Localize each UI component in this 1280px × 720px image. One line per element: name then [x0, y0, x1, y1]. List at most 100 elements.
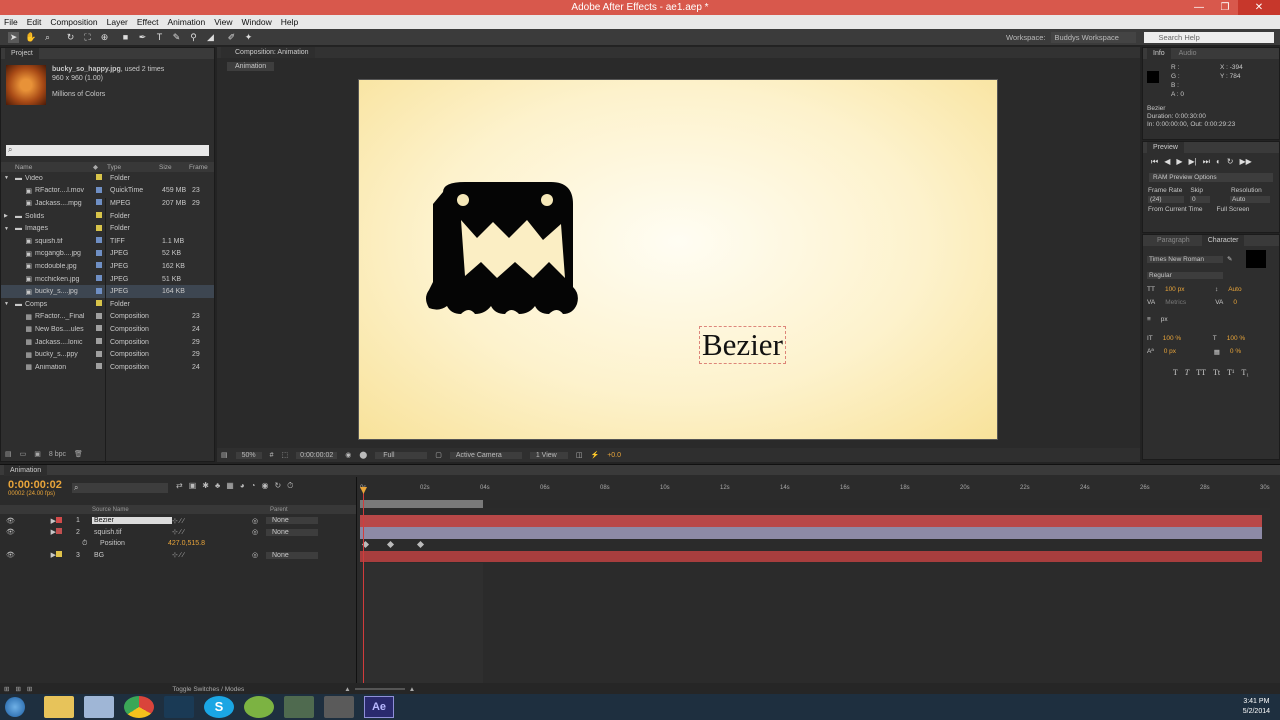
- graph-editor-icon[interactable]: ◔: [251, 481, 256, 491]
- pickwhip-icon[interactable]: ◎: [252, 517, 262, 525]
- work-area-bar[interactable]: [360, 500, 483, 508]
- brush-tool-icon[interactable]: ✎: [171, 32, 182, 43]
- color-channel-icon[interactable]: ⬤: [359, 451, 367, 459]
- zoom-out-icon[interactable]: ▲: [344, 686, 350, 693]
- pickwhip-icon[interactable]: ◎: [252, 528, 262, 536]
- font-style-dropdown[interactable]: Regular: [1147, 272, 1223, 279]
- faux-bold-icon[interactable]: T: [1173, 368, 1178, 377]
- after-effects-icon[interactable]: Ae: [364, 696, 394, 718]
- label-color-swatch[interactable]: [96, 350, 102, 357]
- rotate-tool-icon[interactable]: ↻: [65, 32, 76, 43]
- project-item[interactable]: ▶ ▬ Solids Folder: [1, 210, 214, 223]
- clone-stamp-tool-icon[interactable]: ⚲: [188, 32, 199, 43]
- notepad-icon[interactable]: [84, 696, 114, 718]
- loop-icon[interactable]: ↻: [1227, 157, 1234, 167]
- label-color-swatch[interactable]: [96, 212, 102, 219]
- pickwhip-icon[interactable]: ◎: [252, 551, 262, 559]
- layer-label-color[interactable]: [56, 516, 62, 523]
- rectangle-tool-icon[interactable]: ■: [120, 32, 131, 43]
- composition-tab[interactable]: Composition: Animation: [217, 47, 1140, 58]
- last-frame-icon[interactable]: ⏭: [1203, 157, 1210, 167]
- menu-help[interactable]: Help: [281, 17, 298, 27]
- baseline-shift-value[interactable]: 0 px: [1164, 348, 1204, 356]
- puppet-tool-icon[interactable]: ✦: [243, 32, 254, 43]
- faux-italic-icon[interactable]: T: [1185, 368, 1189, 377]
- font-size-value[interactable]: 100 px: [1165, 286, 1205, 293]
- timeline-tab[interactable]: Animation: [0, 465, 1280, 476]
- bezier-text-layer[interactable]: Bezier: [699, 326, 786, 364]
- timeline-layer-row[interactable]: 👁 ▶ 3 BG ⊹ ∕ ∕ ◎ None: [0, 550, 356, 562]
- start-button[interactable]: [0, 694, 30, 720]
- menu-composition[interactable]: Composition: [50, 17, 97, 27]
- expand-twisty-icon[interactable]: ▶: [36, 551, 56, 559]
- horizontal-scale-value[interactable]: 100 %: [1227, 335, 1245, 342]
- timeline-search-input[interactable]: ⌕: [72, 483, 168, 493]
- explorer-icon[interactable]: [44, 696, 74, 718]
- interpret-footage-icon[interactable]: ▤: [5, 450, 12, 458]
- project-item[interactable]: ▦ RFactor..._Final Composition 23: [1, 311, 214, 324]
- chrome-icon[interactable]: [124, 696, 154, 718]
- pan-behind-tool-icon[interactable]: ⊕: [99, 32, 110, 43]
- info-tab[interactable]: Info: [1147, 48, 1171, 59]
- layer-name[interactable]: BG: [92, 552, 172, 559]
- twisty-icon[interactable]: ▼: [4, 175, 12, 181]
- camera-dropdown[interactable]: Active Camera: [449, 451, 522, 459]
- close-button[interactable]: ✕: [1238, 0, 1280, 15]
- bpc-label[interactable]: 8 bpc: [49, 451, 66, 458]
- label-color-swatch[interactable]: [96, 174, 102, 181]
- project-item[interactable]: ▣ RFactor....l.mov QuickTime 459 MB 23: [1, 185, 214, 198]
- layer-duration-bar[interactable]: [360, 550, 1262, 562]
- timeline-layer-row[interactable]: 👁 ▶ 2 squish.tif ⊹ ∕ ∕ ◎ None: [0, 527, 356, 539]
- superscript-icon[interactable]: T¹: [1227, 368, 1234, 377]
- keyframe[interactable]: [386, 540, 395, 549]
- col-parent[interactable]: Parent: [270, 507, 288, 513]
- visibility-icon[interactable]: 👁: [6, 517, 36, 525]
- leading-value[interactable]: Auto: [1228, 286, 1241, 293]
- layer-duration-bar[interactable]: [360, 515, 1262, 527]
- full-screen-checkbox[interactable]: Full Screen: [1217, 206, 1250, 213]
- steam-icon[interactable]: [164, 696, 194, 718]
- prev-frame-icon[interactable]: ◀: [1164, 157, 1170, 167]
- label-color-swatch[interactable]: [96, 237, 102, 244]
- expand-switches-icon[interactable]: ⊞: [4, 685, 9, 693]
- app-icon[interactable]: [284, 696, 314, 718]
- layer-switches[interactable]: ⊹ ∕ ∕: [172, 551, 252, 559]
- layer-name[interactable]: Bezier: [92, 517, 172, 525]
- label-color-swatch[interactable]: [96, 312, 102, 319]
- col-source-name[interactable]: Source Name: [92, 507, 270, 513]
- new-comp-icon[interactable]: ▣: [34, 450, 41, 458]
- from-current-time-checkbox[interactable]: From Current Time: [1148, 206, 1203, 213]
- new-folder-icon[interactable]: ▭: [20, 450, 27, 458]
- twisty-icon[interactable]: ▼: [4, 226, 12, 232]
- stroke-unit[interactable]: px: [1161, 316, 1201, 323]
- draft-3d-icon[interactable]: ✱: [202, 481, 209, 491]
- project-item[interactable]: ▣ mcgangb....jpg JPEG 52 KB: [1, 248, 214, 261]
- label-color-swatch[interactable]: [96, 262, 102, 269]
- project-item[interactable]: ▼ ▬ Video Folder: [1, 172, 214, 185]
- label-color-swatch[interactable]: [96, 275, 102, 282]
- project-item[interactable]: ▣ bucky_s....jpg JPEG 164 KB: [1, 285, 214, 298]
- hand-tool-icon[interactable]: ✋: [25, 32, 36, 43]
- project-item[interactable]: ▣ mcdouble.jpg JPEG 162 KB: [1, 260, 214, 273]
- project-item[interactable]: ▼ ▬ Comps Folder: [1, 298, 214, 311]
- parent-dropdown[interactable]: None: [266, 551, 318, 559]
- visibility-icon[interactable]: 👁: [6, 528, 36, 536]
- resolution-dropdown[interactable]: Full: [375, 451, 428, 459]
- menu-view[interactable]: View: [214, 17, 232, 27]
- label-color-swatch[interactable]: [96, 300, 102, 307]
- always-preview-icon[interactable]: ▤: [221, 451, 228, 459]
- project-item[interactable]: ▦ Animation Composition 24: [1, 361, 214, 374]
- twisty-icon[interactable]: ▶: [4, 213, 12, 219]
- roto-brush-tool-icon[interactable]: ✐: [226, 32, 237, 43]
- property-row[interactable]: ⏱ Position 427.0,515.8: [0, 538, 356, 550]
- project-item[interactable]: ▣ squish.tif TIFF 1.1 MB: [1, 235, 214, 248]
- view-layout-dropdown[interactable]: 1 View: [529, 451, 568, 459]
- project-search-input[interactable]: ⌕: [6, 145, 209, 156]
- layer-switches[interactable]: ⊹ ∕ ∕: [172, 528, 252, 536]
- stopwatch-icon[interactable]: ⏱: [82, 540, 92, 548]
- all-caps-icon[interactable]: TT: [1196, 368, 1206, 377]
- auto-keyframe-icon[interactable]: ◉: [261, 481, 268, 491]
- fast-previews-icon[interactable]: ⚡: [590, 451, 599, 459]
- keyframe-track[interactable]: [360, 539, 1262, 551]
- vertical-scale-value[interactable]: 100 %: [1163, 335, 1203, 342]
